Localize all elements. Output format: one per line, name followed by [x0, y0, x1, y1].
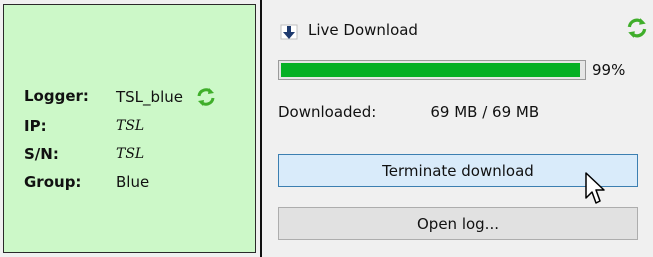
progress-percent: 99%	[592, 61, 626, 79]
downloaded-label: Downloaded:	[278, 103, 377, 121]
downloaded-value: 69 MB / 69 MB	[430, 103, 540, 121]
logger-value: TSL_blue	[116, 88, 183, 106]
sn-label: S/N:	[24, 145, 59, 163]
mouse-cursor-icon	[585, 172, 605, 204]
ip-value: TSL	[116, 118, 145, 134]
group-label: Group:	[24, 173, 82, 191]
sn-value: TSL	[116, 146, 145, 162]
downloaded-status: Downloaded: 69 MB / 69 MB	[278, 103, 539, 121]
logger-info-grid: Logger: TSL_blue IP: TSL S/N: TSL Group:…	[24, 86, 217, 192]
live-download-header: Live Download	[278, 19, 418, 41]
download-arrow-icon	[280, 24, 298, 40]
logger-info-panel: Logger: TSL_blue IP: TSL S/N: TSL Group:…	[3, 4, 256, 253]
progress-fill	[281, 63, 580, 77]
open-log-label: Open log...	[416, 214, 499, 233]
terminate-download-label: Terminate download	[382, 161, 534, 180]
live-download-panel: Live Download 99% Downloaded: 69 MB / 69…	[262, 0, 653, 257]
sync-icon[interactable]	[625, 16, 649, 40]
sync-icon[interactable]	[195, 86, 217, 108]
open-log-button[interactable]: Open log...	[278, 207, 638, 240]
logger-label: Logger:	[24, 87, 89, 105]
download-progress: 99%	[278, 60, 625, 80]
logger-value-row: TSL_blue	[116, 86, 217, 108]
ip-label: IP:	[24, 117, 47, 135]
terminate-download-button[interactable]: Terminate download	[278, 154, 638, 187]
live-download-title: Live Download	[308, 21, 418, 39]
group-value: Blue	[116, 173, 150, 191]
progress-bar	[278, 60, 586, 80]
